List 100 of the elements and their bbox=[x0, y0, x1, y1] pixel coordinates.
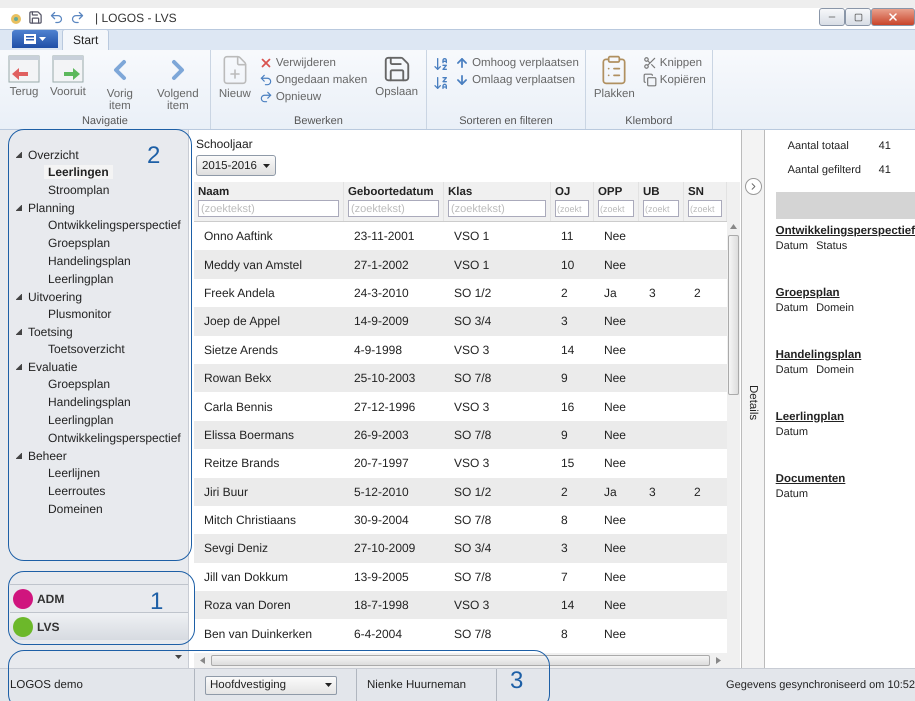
ribbon-button[interactable]: Vorig item bbox=[94, 54, 146, 115]
expanded-triangle-icon[interactable] bbox=[16, 364, 22, 370]
table-cell-text: 24-3-2010 bbox=[352, 286, 410, 300]
redo-icon[interactable] bbox=[70, 10, 85, 25]
column-header[interactable]: Klas bbox=[448, 186, 546, 198]
table-cell-text: Nee bbox=[602, 371, 627, 386]
nav-group[interactable]: Overzicht bbox=[28, 148, 79, 162]
dropdown-arrow-icon[interactable] bbox=[325, 683, 332, 687]
ribbon-button[interactable]: Opslaan bbox=[373, 54, 420, 115]
nav-item[interactable]: Leerlingen bbox=[44, 165, 113, 179]
table-cell-text: Nee bbox=[602, 456, 627, 470]
ribbon-tab[interactable]: Start bbox=[62, 29, 110, 50]
nav-group[interactable]: Beheer bbox=[28, 448, 67, 462]
nav-item[interactable]: Groepsplan bbox=[44, 236, 114, 250]
table-cell-text: SO 7/8 bbox=[452, 626, 492, 641]
table-cell-text: Ben van Duinkerken bbox=[202, 626, 314, 641]
scrollbar-thumb[interactable] bbox=[210, 655, 710, 666]
column-header[interactable]: Geboortedatum bbox=[348, 186, 439, 198]
ribbon-button[interactable]: Omlaag verplaatsen bbox=[455, 73, 579, 87]
application-menu-button[interactable] bbox=[12, 30, 58, 48]
column-header[interactable]: UB bbox=[642, 186, 679, 198]
nav-group[interactable]: Evaluatie bbox=[28, 360, 78, 374]
school-year-dropdown[interactable]: 2015-2016 bbox=[196, 155, 276, 176]
ribbon-button[interactable]: Opnieuw bbox=[258, 90, 368, 104]
nav-item[interactable]: Handelingsplan bbox=[44, 395, 135, 409]
column-header[interactable]: OJ bbox=[554, 186, 589, 198]
table-cell-text: 2 bbox=[560, 484, 569, 499]
ribbon-button[interactable]: Vooruit bbox=[48, 54, 88, 115]
count-label: Aantal gefilterd bbox=[788, 164, 862, 176]
nav-group[interactable]: Planning bbox=[28, 200, 75, 214]
filter-field[interactable]: (zoektekst) bbox=[198, 200, 339, 217]
nav-item[interactable]: Leerroutes bbox=[44, 484, 110, 498]
section-link[interactable]: Ontwikkelingsperspectief bbox=[776, 225, 915, 237]
scroll-up-icon[interactable] bbox=[730, 224, 737, 229]
close-button[interactable] bbox=[871, 8, 915, 26]
nav-item[interactable]: Ontwikkelingsperspectief bbox=[44, 431, 185, 445]
filter-field[interactable]: (zoektekst) bbox=[348, 200, 439, 217]
filter-field[interactable]: (zoektekst) bbox=[448, 200, 546, 217]
nav-item[interactable]: Leerlijnen bbox=[44, 466, 104, 480]
ribbon-button[interactable]: Plakken bbox=[592, 54, 637, 115]
table-cell-text: Carla Bennis bbox=[202, 400, 274, 414]
nav-item[interactable]: Leerlingplan bbox=[44, 272, 118, 286]
expanded-triangle-icon[interactable] bbox=[16, 152, 22, 158]
nav-group[interactable]: Toetsing bbox=[28, 324, 73, 338]
section-link[interactable]: Documenten bbox=[776, 473, 915, 485]
nav-item[interactable]: Toetsoverzicht bbox=[44, 342, 129, 356]
nav-item[interactable]: Ontwikkelingsperspectief bbox=[44, 218, 185, 232]
ribbon-button[interactable]: Terug bbox=[6, 54, 42, 115]
scrollbar-thumb[interactable] bbox=[728, 235, 739, 395]
section-link[interactable]: Leerlingplan bbox=[776, 411, 915, 423]
dropdown-arrow-icon[interactable] bbox=[262, 164, 270, 168]
undo-icon[interactable] bbox=[49, 10, 64, 25]
group-label: Navigatie bbox=[80, 115, 129, 129]
nav-item[interactable]: Handelingsplan bbox=[44, 254, 135, 268]
restore-button[interactable] bbox=[845, 8, 871, 26]
sort-button[interactable] bbox=[433, 75, 450, 91]
table-cell-text: 13-9-2005 bbox=[352, 570, 410, 584]
nav-item[interactable]: Groepsplan bbox=[44, 377, 114, 391]
ribbon-button[interactable]: Omhoog verplaatsen bbox=[455, 56, 579, 70]
ribbon-button[interactable]: Kopiëren bbox=[642, 73, 706, 87]
column-header[interactable]: OPP bbox=[598, 186, 634, 198]
expand-button[interactable] bbox=[744, 178, 762, 195]
nav-item[interactable]: Plusmonitor bbox=[44, 307, 116, 321]
ribbon-button[interactable]: Volgend item bbox=[152, 54, 204, 115]
ribbon-button[interactable]: Knippen bbox=[642, 56, 706, 70]
filter-field[interactable]: (zoekt bbox=[598, 200, 634, 217]
section-link[interactable]: Handelingsplan bbox=[776, 349, 915, 361]
scroll-right-icon[interactable] bbox=[716, 657, 721, 664]
ribbon-button[interactable]: Nieuw bbox=[216, 54, 253, 115]
expanded-triangle-icon[interactable] bbox=[16, 328, 22, 334]
nav-group[interactable]: Uitvoering bbox=[28, 290, 82, 304]
table-cell-text: Onno Aaftink bbox=[202, 229, 274, 244]
expanded-triangle-icon[interactable] bbox=[16, 452, 22, 458]
column-header[interactable]: SN bbox=[688, 186, 722, 198]
table-cell-text: Mitch Christiaans bbox=[202, 513, 297, 528]
nav-item[interactable]: Leerlingplan bbox=[44, 413, 118, 427]
sort-button[interactable] bbox=[433, 56, 450, 72]
filter-field[interactable]: (zoekt bbox=[554, 200, 589, 217]
table-cell-text: Nee bbox=[602, 570, 627, 584]
ribbon-button[interactable]: Verwijderen bbox=[258, 56, 368, 70]
module-button[interactable]: LVS bbox=[10, 612, 188, 640]
dropdown-arrow-icon[interactable] bbox=[174, 655, 182, 659]
details-tab[interactable]: Details bbox=[747, 385, 760, 420]
table-cell-text: Nee bbox=[602, 428, 627, 442]
filter-field[interactable]: (zoekt bbox=[688, 200, 722, 217]
scroll-left-icon[interactable] bbox=[200, 657, 205, 664]
field-label: Status bbox=[816, 240, 848, 252]
filter-field[interactable]: (zoekt bbox=[642, 200, 679, 217]
table-cell-text: 5-12-2010 bbox=[352, 484, 410, 499]
nav-item[interactable]: Stroomplan bbox=[44, 183, 114, 197]
save-icon[interactable] bbox=[28, 10, 43, 25]
caret-icon[interactable] bbox=[39, 37, 46, 41]
expanded-triangle-icon[interactable] bbox=[16, 294, 22, 300]
nav-item[interactable]: Domeinen bbox=[44, 502, 107, 516]
ribbon-button[interactable]: Ongedaan maken bbox=[258, 73, 368, 87]
location-dropdown[interactable]: Hoofdvestiging bbox=[205, 676, 337, 694]
expanded-triangle-icon[interactable] bbox=[16, 204, 22, 210]
table-cell-text: Nee bbox=[602, 400, 627, 414]
section-link[interactable]: Groepsplan bbox=[776, 287, 915, 299]
column-header[interactable]: Naam bbox=[198, 186, 339, 198]
